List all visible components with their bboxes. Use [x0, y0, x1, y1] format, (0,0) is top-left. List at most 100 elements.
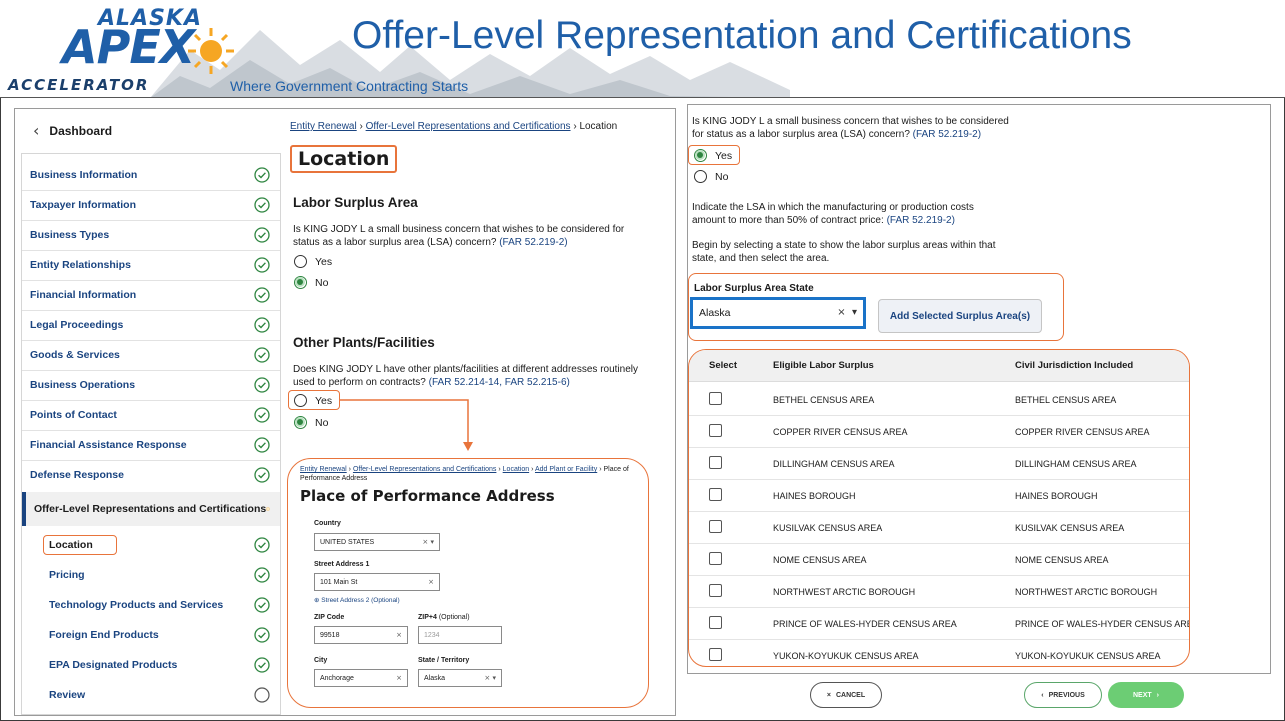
- sidebar-item-goods-services[interactable]: Goods & Services: [22, 340, 280, 370]
- breadcrumb-link[interactable]: Entity Renewal: [290, 121, 357, 132]
- radio-button-selected[interactable]: [294, 416, 307, 429]
- sidebar-item-foreign-end-products[interactable]: Foreign End Products: [22, 620, 280, 650]
- city-value: Anchorage: [320, 674, 354, 682]
- chevron-right-icon: ›: [1156, 691, 1159, 699]
- next-button[interactable]: NEXT ›: [1108, 682, 1184, 708]
- row-checkbox[interactable]: [709, 488, 722, 501]
- breadcrumb-link[interactable]: Location: [503, 466, 529, 473]
- pop-title: Place of Performance Address: [300, 487, 555, 505]
- sidebar-item-label: EPA Designated Products: [49, 659, 178, 671]
- empty-circle-icon: [254, 687, 270, 703]
- sidebar-item-business-information[interactable]: Business Information: [22, 160, 280, 190]
- jurisdiction-cell: PRINCE OF WALES-HYDER CENSUS AREA: [1015, 619, 1190, 629]
- sidebar-item-business-operations[interactable]: Business Operations: [22, 370, 280, 400]
- sidebar-item-financial-assistance-response[interactable]: Financial Assistance Response: [22, 430, 280, 460]
- sidebar-item-taxpayer-information[interactable]: Taxpayer Information: [22, 190, 280, 220]
- row-checkbox[interactable]: [709, 648, 722, 661]
- sidebar-item-review[interactable]: Review: [22, 680, 280, 710]
- clear-caret-icon[interactable]: × ▾: [484, 674, 496, 682]
- radio-label: No: [715, 170, 729, 183]
- in-progress-icon: [266, 507, 270, 511]
- sidebar-item-label: Financial Assistance Response: [30, 439, 187, 451]
- city-input[interactable]: Anchorage ×: [314, 669, 408, 687]
- lsa-no-option[interactable]: No: [694, 170, 728, 183]
- lsa-state-value: Alaska: [699, 307, 731, 319]
- zip-input[interactable]: 99518 ×: [314, 626, 408, 644]
- clear-icon[interactable]: ×: [396, 631, 402, 639]
- row-checkbox[interactable]: [709, 552, 722, 565]
- sidebar-item-label: Points of Contact: [30, 409, 117, 421]
- breadcrumb-link[interactable]: Add Plant or Facility: [535, 466, 597, 473]
- right-screenshot-panel: Is KING JODY L a small business concern …: [687, 104, 1271, 674]
- eligible-area-cell: NOME CENSUS AREA: [773, 555, 867, 565]
- dashboard-link[interactable]: ‹ Dashboard: [33, 121, 112, 140]
- row-checkbox[interactable]: [709, 392, 722, 405]
- previous-button[interactable]: ‹ PREVIOUS: [1024, 682, 1102, 708]
- country-label: Country: [314, 520, 341, 527]
- far-link[interactable]: FAR 52.215-6): [505, 377, 570, 388]
- radio-button-selected[interactable]: [294, 276, 307, 289]
- lsa-state-label: Labor Surplus Area State: [694, 283, 814, 294]
- sidebar-item-label: Financial Information: [30, 289, 137, 301]
- sidebar-item-technology-products[interactable]: Technology Products and Services: [22, 590, 280, 620]
- breadcrumb-link[interactable]: Offer-Level Representations and Certific…: [353, 466, 496, 473]
- sidebar-item-entity-relationships[interactable]: Entity Relationships: [22, 250, 280, 280]
- clear-caret-icon[interactable]: × ▾: [837, 307, 857, 318]
- radio-button-selected[interactable]: [694, 149, 707, 162]
- sidebar-item-defense-response[interactable]: Defense Response: [22, 460, 280, 490]
- jurisdiction-cell: HAINES BOROUGH: [1015, 491, 1098, 501]
- street1-input[interactable]: 101 Main St ×: [314, 573, 440, 591]
- sidebar-item-offer-level-reps[interactable]: Offer-Level Representations and Certific…: [22, 492, 280, 526]
- radio-button[interactable]: [294, 255, 307, 268]
- row-checkbox[interactable]: [709, 584, 722, 597]
- breadcrumb-link[interactable]: Offer-Level Representations and Certific…: [366, 121, 571, 132]
- clear-caret-icon[interactable]: × ▾: [422, 538, 434, 546]
- radio-button[interactable]: [694, 170, 707, 183]
- clear-icon[interactable]: ×: [396, 674, 402, 682]
- radio-button[interactable]: [294, 394, 307, 407]
- far-link[interactable]: (FAR 52.219-2): [887, 215, 955, 226]
- far-link[interactable]: (FAR 52.219-2): [913, 129, 981, 140]
- cancel-button[interactable]: × CANCEL: [810, 682, 882, 708]
- sidebar-item-label: Business Information: [30, 169, 138, 181]
- sidebar-item-label: Business Types: [30, 229, 110, 241]
- column-header: Civil Jurisdiction Included: [1015, 360, 1134, 371]
- table-row: NOME CENSUS AREA NOME CENSUS AREA: [689, 544, 1189, 576]
- sidebar-item-points-of-contact[interactable]: Points of Contact: [22, 400, 280, 430]
- check-circle-icon: [254, 377, 270, 393]
- plants-no-option[interactable]: No: [294, 416, 328, 429]
- plants-yes-option[interactable]: Yes: [294, 394, 332, 407]
- row-checkbox[interactable]: [709, 424, 722, 437]
- lsa-no-option[interactable]: No: [294, 276, 328, 289]
- lsa-state-select[interactable]: Alaska × ▾: [690, 297, 866, 329]
- row-checkbox[interactable]: [709, 520, 722, 533]
- zip4-input[interactable]: 1234: [418, 626, 502, 644]
- sidebar-item-financial-information[interactable]: Financial Information: [22, 280, 280, 310]
- lsa-question-text: Is KING JODY L a small business concern …: [293, 224, 625, 248]
- jurisdiction-cell: KUSILVAK CENSUS AREA: [1015, 523, 1125, 533]
- sidebar-item-pricing[interactable]: Pricing: [22, 560, 280, 590]
- add-street2-link[interactable]: ⊕ Street Address 2 (Optional): [314, 596, 400, 604]
- far-link[interactable]: (FAR 52.214-14,: [429, 377, 502, 388]
- state-select[interactable]: Alaska × ▾: [418, 669, 502, 687]
- lsa-yes-option[interactable]: Yes: [694, 149, 732, 162]
- add-surplus-areas-button[interactable]: Add Selected Surplus Area(s): [878, 299, 1042, 333]
- row-checkbox[interactable]: [709, 616, 722, 629]
- check-circle-icon: [254, 567, 270, 583]
- sidebar-item-epa-designated-products[interactable]: EPA Designated Products: [22, 650, 280, 680]
- page-title-highlight: Location: [290, 145, 398, 173]
- country-select[interactable]: UNITED STATES × ▾: [314, 533, 440, 551]
- far-link[interactable]: (FAR 52.219-2): [499, 237, 567, 248]
- table-row: NORTHWEST ARCTIC BOROUGH NORTHWEST ARCTI…: [689, 576, 1189, 608]
- row-checkbox[interactable]: [709, 456, 722, 469]
- clear-icon[interactable]: ×: [428, 578, 434, 586]
- table-row: PRINCE OF WALES-HYDER CENSUS AREA PRINCE…: [689, 608, 1190, 640]
- breadcrumb-link[interactable]: Entity Renewal: [300, 466, 347, 473]
- zip4-optional-text: (Optional): [438, 614, 470, 621]
- sidebar-item-legal-proceedings[interactable]: Legal Proceedings: [22, 310, 280, 340]
- lsa-yes-option[interactable]: Yes: [294, 255, 332, 268]
- sidebar-item-business-types[interactable]: Business Types: [22, 220, 280, 250]
- table-row: KUSILVAK CENSUS AREA KUSILVAK CENSUS ARE…: [689, 512, 1189, 544]
- form-navigation: × CANCEL ‹ PREVIOUS NEXT ›: [798, 678, 1198, 718]
- chevron-left-icon: ‹: [33, 121, 40, 140]
